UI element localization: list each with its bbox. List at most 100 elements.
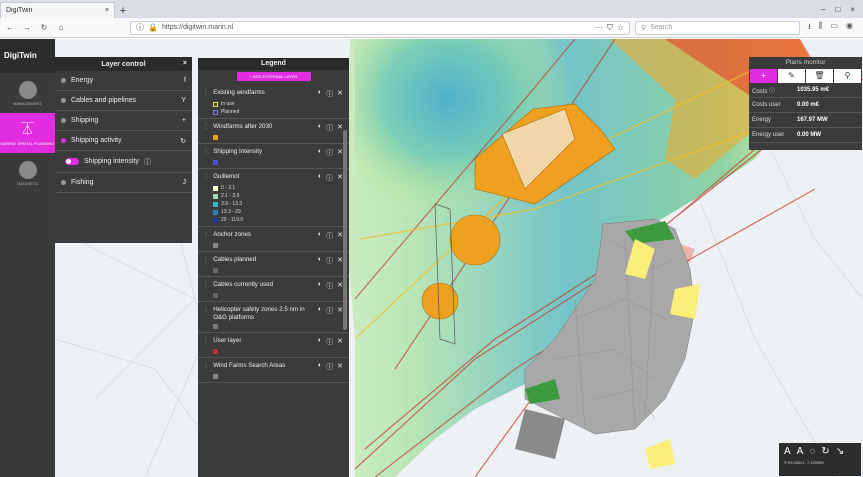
- tab-close-icon[interactable]: ×: [105, 7, 109, 14]
- url-bar[interactable]: ⓘ 🔒 https://digitwin.marin.nl ··· ⛉ ☆: [130, 20, 630, 35]
- reload-icon[interactable]: ↻: [38, 23, 50, 32]
- drag-handle-icon[interactable]: ⋮: [203, 231, 209, 238]
- layer-group-energy[interactable]: Energy f: [55, 71, 192, 91]
- opacity-icon[interactable]: ◐: [318, 231, 322, 241]
- sidebar-icon[interactable]: ▭: [830, 21, 838, 35]
- info-icon[interactable]: ⓘ: [326, 173, 333, 183]
- legend-items: ⋮ Existing windfarms ◐ ⓘ ✕ In use Planned ⋮ Wind…: [198, 85, 349, 383]
- remove-icon[interactable]: ✕: [337, 89, 343, 99]
- home-icon[interactable]: ⌂: [55, 23, 67, 32]
- url-text[interactable]: https://digitwin.marin.nl: [162, 24, 591, 31]
- info-icon[interactable]: ⓘ: [326, 231, 333, 241]
- nav-datasets-label: DATASETS: [17, 180, 38, 186]
- opacity-icon[interactable]: ◐: [318, 306, 322, 316]
- info-icon[interactable]: ⓘ: [326, 337, 333, 347]
- star-icon[interactable]: ☆: [617, 23, 624, 32]
- legend-swatch: [213, 101, 218, 107]
- opacity-icon[interactable]: ◐: [318, 281, 322, 291]
- drag-handle-icon[interactable]: ⋮: [203, 362, 209, 369]
- legend-item-name: Existing windfarms: [213, 89, 265, 96]
- close-window-button[interactable]: ×: [850, 5, 855, 14]
- opacity-icon[interactable]: ◐: [318, 148, 322, 158]
- info-icon[interactable]: ⓘ: [326, 281, 333, 291]
- info-icon[interactable]: ⓘ: [326, 256, 333, 266]
- add-external-layer-button[interactable]: + ADD EXTERNAL LAYER: [236, 72, 311, 81]
- layer-toggle[interactable]: [65, 158, 79, 165]
- measure-icon[interactable]: A: [784, 446, 791, 457]
- library-icon[interactable]: ⫼: [819, 21, 823, 35]
- more-icon[interactable]: ···: [595, 23, 603, 32]
- info-icon[interactable]: ⓘ: [326, 148, 333, 158]
- search-input[interactable]: ⚲ Search: [635, 20, 800, 35]
- opacity-icon[interactable]: ◐: [318, 337, 322, 347]
- nav-marine-spatial-planning[interactable]: ⏄ MARINE SPATIAL PLANNING: [0, 113, 55, 153]
- layer-group-shipping[interactable]: Shipping +: [55, 111, 192, 131]
- drag-handle-icon[interactable]: ⋮: [203, 148, 209, 155]
- legend-item: ⋮ User layer ◐ ⓘ ✕: [198, 333, 349, 358]
- legend-scrollbar[interactable]: [343, 130, 347, 330]
- drag-handle-icon[interactable]: ⋮: [203, 256, 209, 263]
- plans-row-value: 0.00 MW: [797, 132, 822, 138]
- legend-item-actions: ◐ ⓘ ✕: [318, 362, 343, 372]
- nav-datasets[interactable]: DATASETS: [0, 153, 55, 193]
- info-icon[interactable]: ⓘ: [326, 89, 333, 99]
- layer-group-cables[interactable]: Cables and pipelines Y: [55, 91, 192, 111]
- legend-swatch-label: 29 - 119.0: [221, 217, 244, 223]
- opacity-icon[interactable]: ◐: [318, 123, 322, 133]
- circle-icon[interactable]: ◌: [809, 446, 815, 457]
- pointer-icon[interactable]: ↘: [836, 446, 844, 457]
- opacity-icon[interactable]: ◐: [318, 256, 322, 266]
- info-icon[interactable]: ⓘ: [326, 123, 333, 133]
- windfarm-circle-large[interactable]: [449, 214, 501, 266]
- maximize-button[interactable]: □: [835, 5, 840, 14]
- download-icon[interactable]: ⭳: [808, 21, 811, 35]
- drag-handle-icon[interactable]: ⋮: [203, 123, 209, 130]
- info-icon[interactable]: ⓘ: [136, 22, 144, 33]
- nav-management[interactable]: MANAGEMENT: [0, 73, 55, 113]
- drag-handle-icon[interactable]: ⋮: [203, 306, 209, 313]
- locate-icon[interactable]: ⚲: [834, 69, 861, 83]
- info-icon[interactable]: ⓘ: [326, 362, 333, 372]
- opacity-icon[interactable]: ◐: [318, 362, 322, 372]
- legend-item-name: Shipping Intensity: [213, 148, 263, 155]
- drag-handle-icon[interactable]: ⋮: [203, 281, 209, 288]
- drag-handle-icon[interactable]: ⋮: [203, 337, 209, 344]
- legend-item-name: Cables planned: [213, 256, 257, 263]
- opacity-icon[interactable]: ◐: [318, 89, 322, 99]
- person-icon: [18, 80, 37, 99]
- layer-shipping-intensity[interactable]: Shipping intensity ⓘ: [55, 151, 192, 173]
- legend-swatch: [213, 243, 218, 248]
- drag-handle-icon[interactable]: ⋮: [203, 89, 209, 96]
- search-icon: ⚲: [641, 24, 647, 32]
- close-icon[interactable]: ×: [183, 60, 187, 67]
- browser-tab[interactable]: DigiTwin ×: [0, 2, 115, 18]
- layer-group-shipping-activity[interactable]: Shipping activity ↻: [55, 131, 192, 151]
- back-icon[interactable]: ←: [4, 23, 16, 32]
- minimize-button[interactable]: –: [821, 5, 825, 14]
- remove-icon[interactable]: ✕: [337, 337, 343, 347]
- new-tab-button[interactable]: +: [115, 4, 131, 18]
- remove-icon[interactable]: ✕: [337, 362, 343, 372]
- account-icon[interactable]: ◉: [846, 21, 853, 35]
- add-plan-button[interactable]: +: [750, 69, 777, 83]
- legend-item-header: ⋮ Anchor zones ◐ ⓘ ✕: [203, 231, 343, 241]
- info-icon[interactable]: ⓘ: [144, 157, 151, 167]
- measure-area-icon[interactable]: A: [797, 446, 804, 457]
- delete-icon[interactable]: 🗑: [806, 69, 833, 83]
- legend-swatch-row: 29 - 119.0: [213, 217, 343, 223]
- drag-handle-icon[interactable]: ⋮: [203, 173, 209, 180]
- legend-item-name: Guillemot: [213, 173, 240, 180]
- info-icon[interactable]: ⓘ: [326, 306, 333, 316]
- forward-icon[interactable]: →: [21, 23, 33, 32]
- rotate-icon[interactable]: ↻: [821, 446, 829, 457]
- legend-swatch-row: [213, 293, 343, 298]
- legend-item: ⋮ Cables currently used ◐ ⓘ ✕: [198, 277, 349, 302]
- legend-item-header: ⋮ Windfarms after 2030 ◐ ⓘ ✕: [203, 123, 343, 133]
- cables-icon: Y: [181, 97, 186, 104]
- opacity-icon[interactable]: ◐: [318, 173, 322, 183]
- bullet-icon: [61, 118, 66, 123]
- lock-icon: 🔒: [148, 23, 158, 32]
- shield-icon[interactable]: ⛉: [607, 23, 613, 33]
- edit-icon[interactable]: ✎: [778, 69, 805, 83]
- layer-group-fishing[interactable]: Fishing J: [55, 173, 192, 193]
